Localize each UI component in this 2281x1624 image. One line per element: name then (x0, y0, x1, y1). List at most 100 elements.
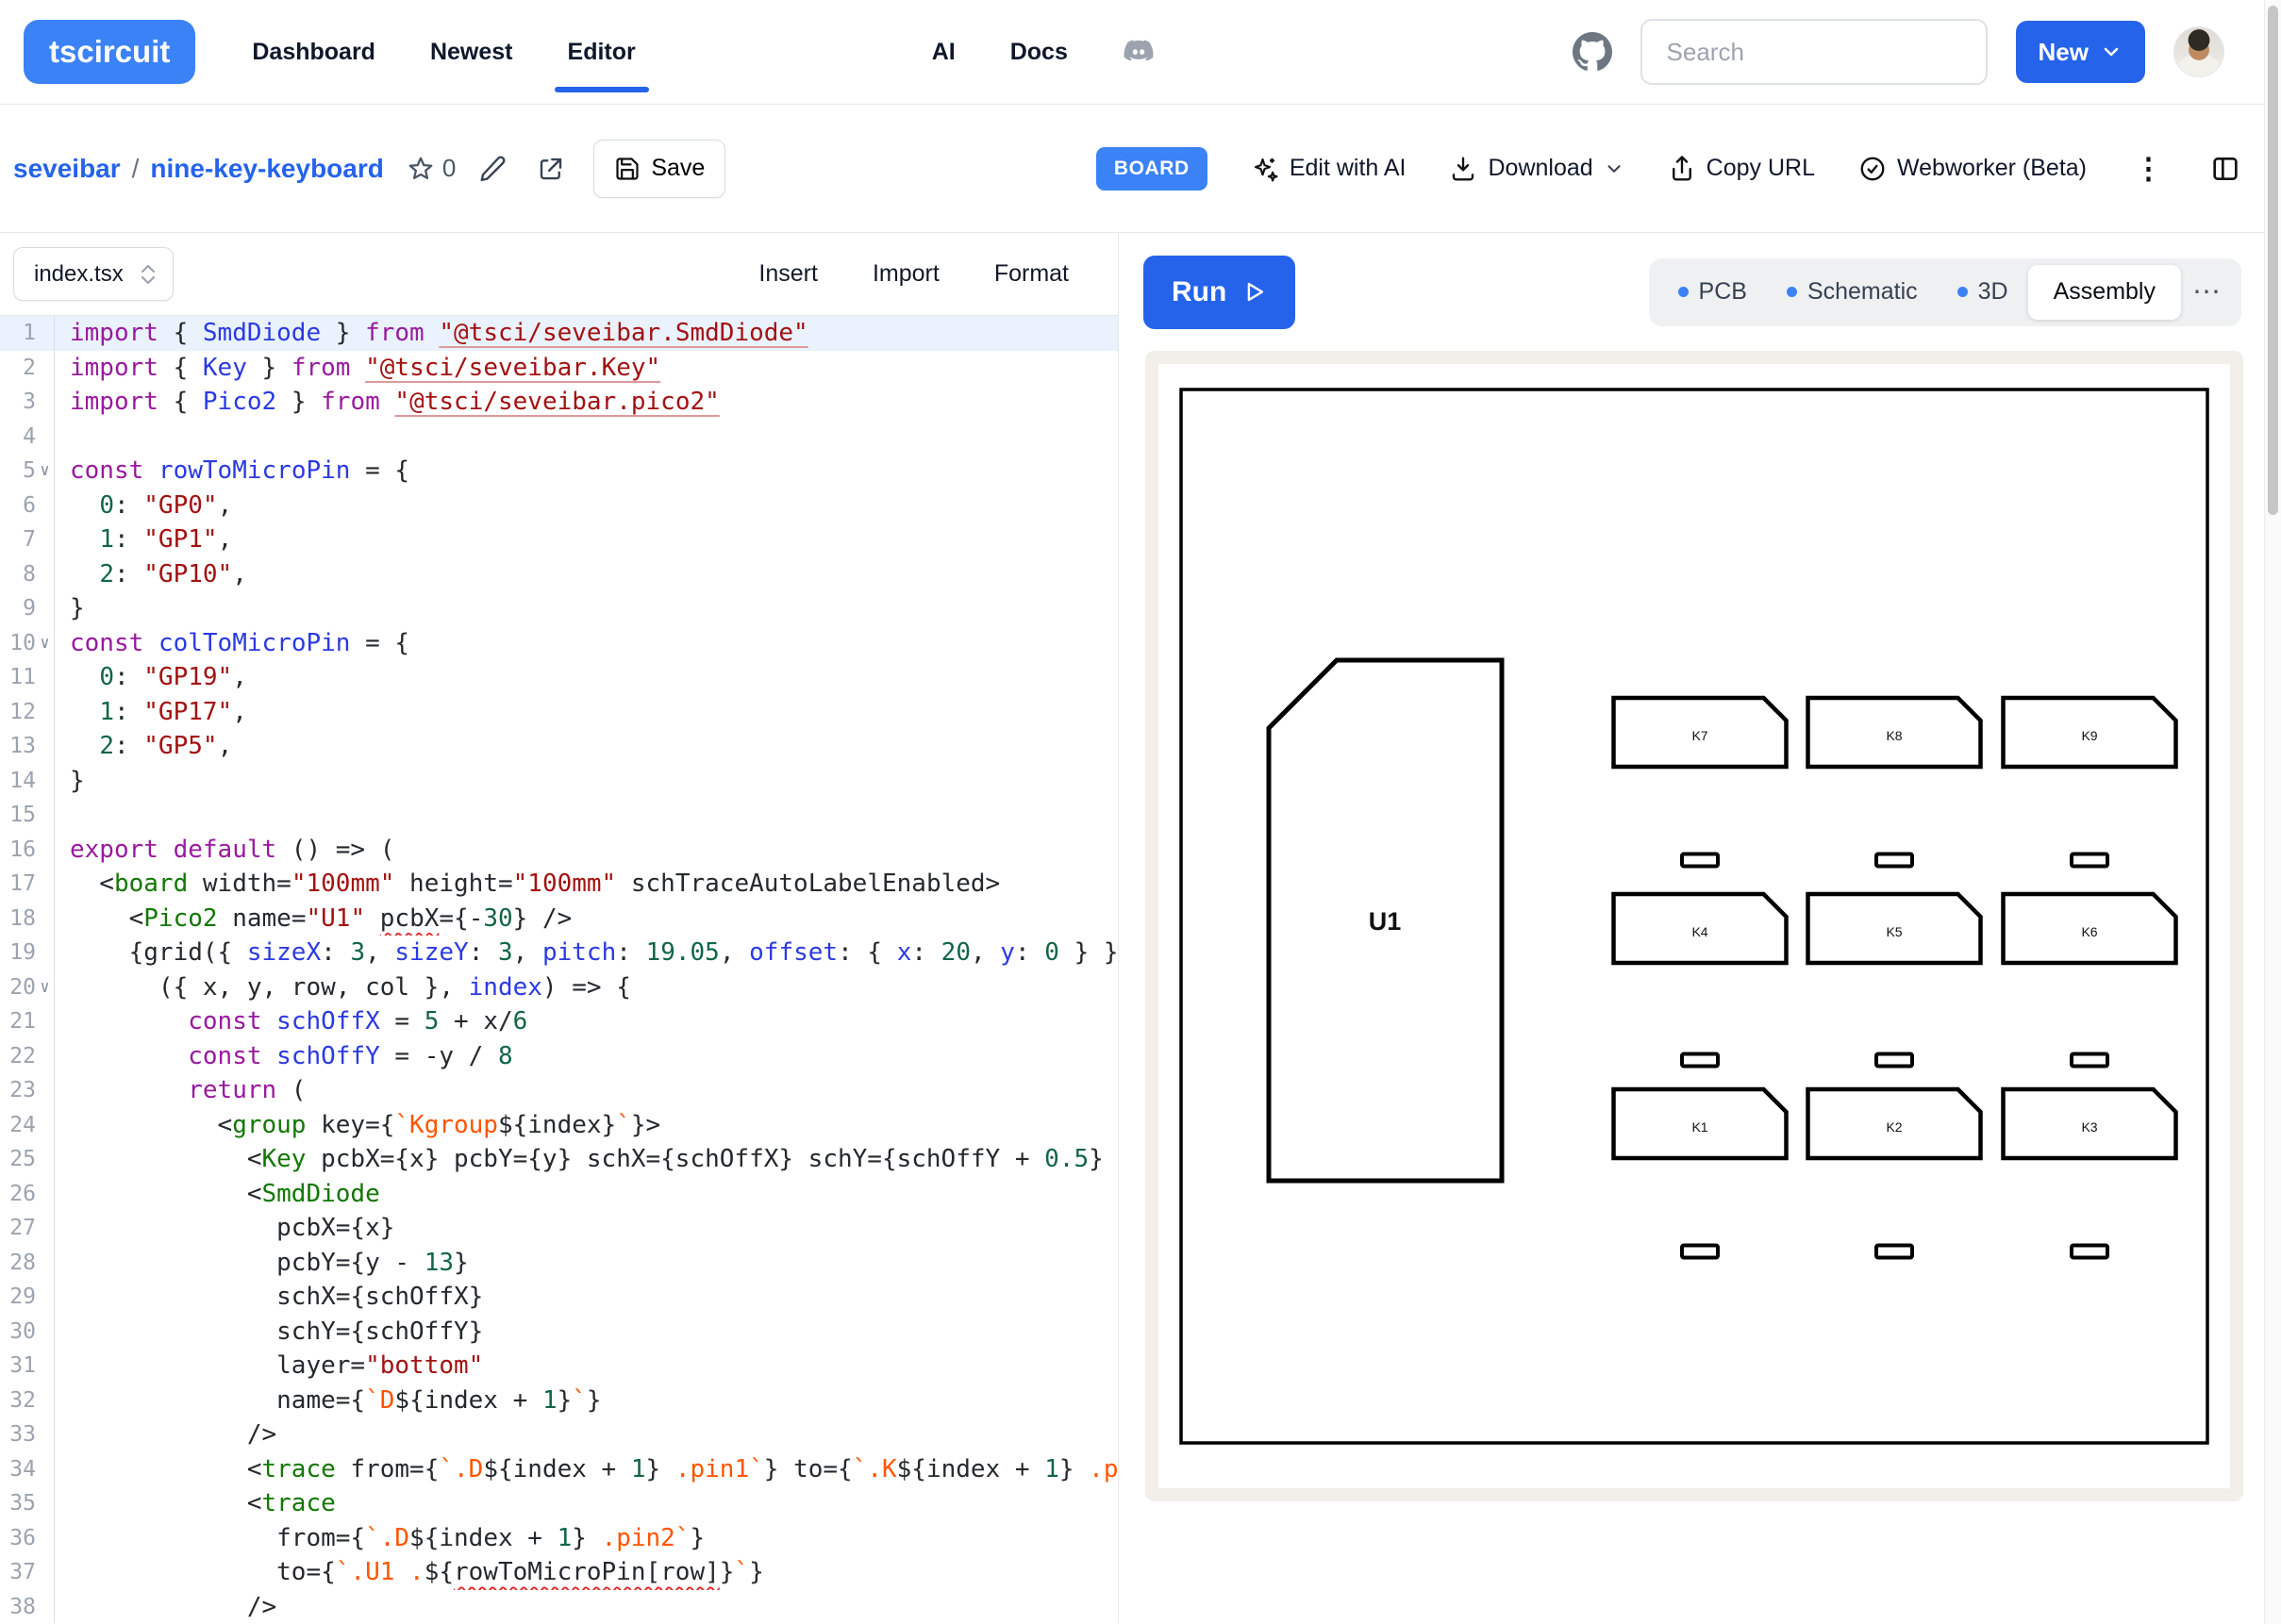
insert-button[interactable]: Insert (758, 260, 818, 288)
nav-link-dashboard[interactable]: Dashboard (250, 35, 377, 70)
new-button[interactable]: New (2016, 21, 2145, 83)
code-line-3[interactable]: 3import { Pico2 } from "@tsci/seveibar.p… (0, 385, 1118, 420)
avatar[interactable] (2173, 26, 2224, 77)
line-number: 16 (0, 833, 36, 868)
nav-link-newest[interactable]: Newest (428, 35, 515, 70)
fold-gutter (36, 1452, 54, 1487)
breadcrumb-project[interactable]: nine-key-keyboard (150, 154, 383, 184)
code-line-7[interactable]: 7 1: "GP1", (0, 522, 1118, 557)
tab-status-dot (1787, 287, 1797, 297)
copy-url-button[interactable]: Copy URL (1668, 155, 1815, 183)
code-line-5[interactable]: 5∨const rowToMicroPin = { (0, 454, 1118, 489)
line-number: 37 (0, 1555, 36, 1590)
star-icon[interactable] (407, 155, 435, 183)
nav-link-docs[interactable]: Docs (1008, 35, 1070, 70)
diode[interactable] (2072, 1246, 2107, 1258)
code-line-28[interactable]: 28 pcbY={y - 13} (0, 1246, 1118, 1281)
diode[interactable] (1876, 854, 1912, 867)
code-line-16[interactable]: 16export default () => ( (0, 833, 1118, 868)
run-button[interactable]: Run (1143, 256, 1295, 329)
diode[interactable] (1876, 1246, 1912, 1258)
code-line-6[interactable]: 6 0: "GP0", (0, 489, 1118, 523)
diode[interactable] (1682, 1246, 1718, 1258)
code-line-8[interactable]: 8 2: "GP10", (0, 557, 1118, 592)
tab-3d[interactable]: 3D (1938, 265, 2028, 320)
diode[interactable] (1682, 854, 1718, 867)
code-line-17[interactable]: 17 <board width="100mm" height="100mm" s… (0, 867, 1118, 902)
fold-gutter (36, 1521, 54, 1556)
page-scrollbar[interactable] (2264, 0, 2281, 1624)
code-line-22[interactable]: 22 const schOffY = -y / 8 (0, 1039, 1118, 1074)
code-line-15[interactable]: 15 (0, 798, 1118, 833)
diode[interactable] (2072, 1054, 2107, 1067)
discord-icon[interactable] (1121, 34, 1157, 70)
code-line-9[interactable]: 9} (0, 591, 1118, 626)
nav-link-editor[interactable]: Editor (566, 35, 638, 70)
code-line-35[interactable]: 35 <trace (0, 1486, 1118, 1521)
search-input[interactable] (1665, 37, 1963, 68)
code-line-2[interactable]: 2import { Key } from "@tsci/seveibar.Key… (0, 351, 1118, 386)
code-line-10[interactable]: 10∨const colToMicroPin = { (0, 626, 1118, 661)
code-line-29[interactable]: 29 schX={schOffX} (0, 1280, 1118, 1315)
diode[interactable] (1876, 1054, 1912, 1067)
code-line-19[interactable]: 19 {grid({ sizeX: 3, sizeY: 3, pitch: 19… (0, 936, 1118, 970)
code-line-11[interactable]: 11 0: "GP19", (0, 660, 1118, 695)
assembly-canvas[interactable]: U1 K7K8K9K4K5K6K1K2K3 (1145, 351, 2243, 1501)
diode[interactable] (1682, 1054, 1718, 1067)
code-line-24[interactable]: 24 <group key={`Kgroup${index}`}> (0, 1108, 1118, 1143)
file-select-value: index.tsx (34, 261, 124, 288)
code-line-36[interactable]: 36 from={`.D${index + 1} .pin2`} (0, 1521, 1118, 1556)
code-line-33[interactable]: 33 /> (0, 1417, 1118, 1452)
share-external-icon[interactable] (537, 155, 565, 183)
import-button[interactable]: Import (873, 260, 940, 288)
line-number: 32 (0, 1384, 36, 1418)
nav-link-ai[interactable]: AI (930, 35, 957, 70)
fold-chevron-icon[interactable]: ∨ (36, 454, 54, 489)
tab-pcb[interactable]: PCB (1658, 265, 1767, 320)
kebab-menu-icon[interactable]: ⋮ (2130, 152, 2167, 186)
code-line-26[interactable]: 26 <SmdDiode (0, 1177, 1118, 1212)
code-line-20[interactable]: 20∨ ({ x, y, row, col }, index) => { (0, 970, 1118, 1005)
code-line-14[interactable]: 14} (0, 764, 1118, 799)
code-line-27[interactable]: 27 pcbX={x} (0, 1211, 1118, 1246)
code-line-38[interactable]: 38 /> (0, 1590, 1118, 1624)
key-label-K4: K4 (1691, 924, 1707, 939)
code-line-31[interactable]: 31 layer="bottom" (0, 1349, 1118, 1384)
file-select[interactable]: index.tsx (13, 247, 174, 301)
fold-chevron-icon[interactable]: ∨ (36, 626, 54, 661)
code-line-21[interactable]: 21 const schOffX = 5 + x/6 (0, 1004, 1118, 1039)
fold-chevron-icon[interactable]: ∨ (36, 970, 54, 1005)
code-line-12[interactable]: 12 1: "GP17", (0, 695, 1118, 730)
code-line-37[interactable]: 37 to={`.U1 .${rowToMicroPin[row]}`} (0, 1555, 1118, 1590)
code-area[interactable]: 1import { SmdDiode } from "@tsci/seveiba… (0, 316, 1118, 1623)
key-label-K3: K3 (2081, 1119, 2097, 1135)
code-line-32[interactable]: 32 name={`D${index + 1}`} (0, 1384, 1118, 1418)
edit-pencil-icon[interactable] (478, 155, 507, 183)
code-line-1[interactable]: 1import { SmdDiode } from "@tsci/seveiba… (0, 316, 1118, 351)
code-line-34[interactable]: 34 <trace from={`.D${index + 1} .pin1`} … (0, 1452, 1118, 1487)
scrollbar-thumb[interactable] (2268, 6, 2278, 515)
webworker-button[interactable]: Webworker (Beta) (1858, 155, 2087, 183)
edit-with-ai-button[interactable]: Edit with AI (1251, 155, 1407, 183)
code-line-25[interactable]: 25 <Key pcbX={x} pcbY={y} schX={schOffX}… (0, 1142, 1118, 1177)
breadcrumb-owner[interactable]: seveibar (13, 154, 121, 184)
code-text: <trace (54, 1486, 1118, 1521)
tscircuit-logo[interactable]: tscircuit (24, 20, 195, 84)
code-line-23[interactable]: 23 return ( (0, 1073, 1118, 1108)
panel-layout-icon[interactable] (2210, 154, 2240, 184)
tab-assembly[interactable]: Assembly (2028, 265, 2181, 320)
code-line-18[interactable]: 18 <Pico2 name="U1" pcbX={-30} /> (0, 902, 1118, 936)
code-text (54, 798, 1118, 833)
line-number: 20 (0, 970, 36, 1005)
code-line-13[interactable]: 13 2: "GP5", (0, 729, 1118, 764)
tabs-more-button[interactable]: ⋯ (2181, 275, 2232, 308)
save-button[interactable]: Save (593, 140, 725, 198)
tab-schematic[interactable]: Schematic (1767, 265, 1938, 320)
code-line-4[interactable]: 4 (0, 420, 1118, 455)
code-line-30[interactable]: 30 schY={schOffY} (0, 1315, 1118, 1350)
download-button[interactable]: Download (1449, 155, 1623, 183)
board-badge[interactable]: BOARD (1096, 147, 1207, 191)
diode[interactable] (2072, 854, 2107, 867)
format-button[interactable]: Format (994, 260, 1069, 288)
github-icon[interactable] (1573, 32, 1612, 72)
